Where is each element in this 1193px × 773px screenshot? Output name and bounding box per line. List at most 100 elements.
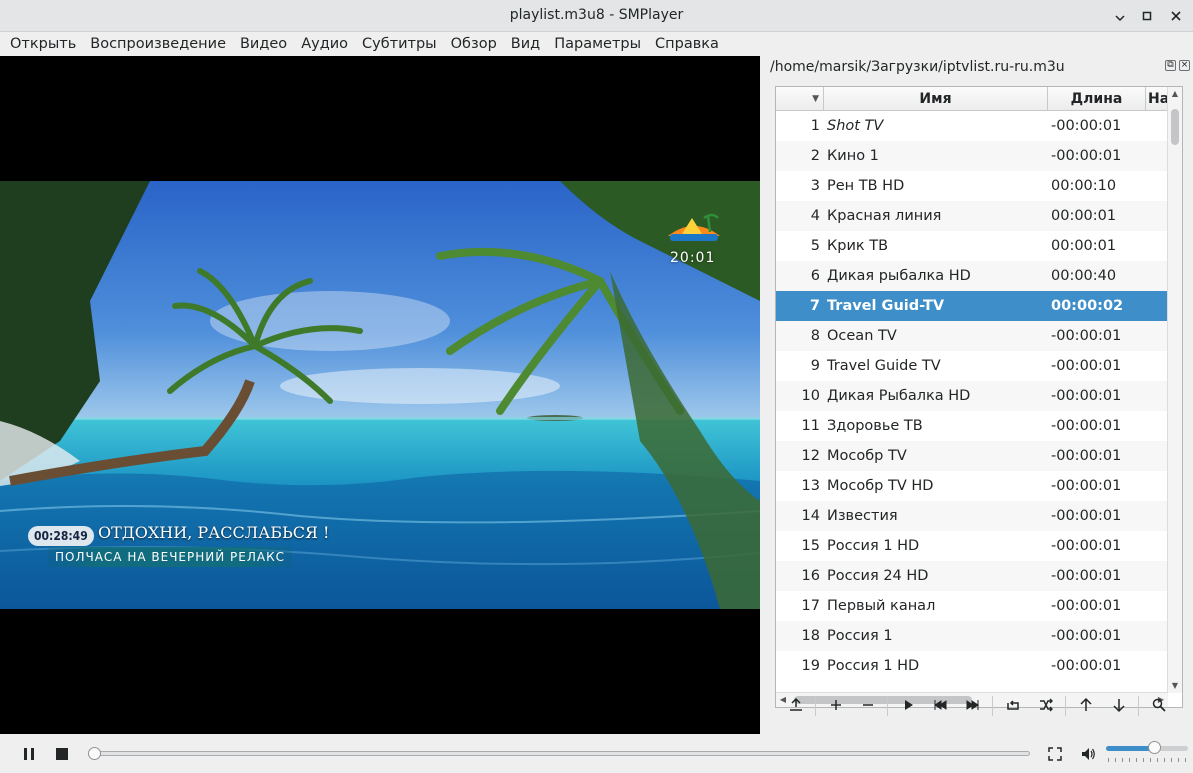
remove-button[interactable]	[855, 692, 881, 718]
next-button[interactable]	[960, 692, 986, 718]
playlist-row[interactable]: 14 Известия -00:00:01	[776, 501, 1168, 531]
minimize-icon	[1115, 15, 1125, 22]
menu-open[interactable]: Открыть	[3, 33, 83, 55]
playlist-row[interactable]: 2 Кино 1 -00:00:01	[776, 141, 1168, 171]
scroll-down-icon[interactable]: ▼	[1168, 679, 1182, 693]
playlist-row[interactable]: 12 Мособр TV -00:00:01	[776, 441, 1168, 471]
shuffle-button[interactable]	[1033, 692, 1059, 718]
volume-slider[interactable]	[1106, 741, 1188, 754]
row-name: Кино 1	[827, 148, 879, 164]
row-length: 00:00:40	[1051, 268, 1117, 284]
toolbar-separator	[887, 696, 888, 716]
row-length: -00:00:01	[1051, 388, 1122, 404]
row-number: 19	[801, 658, 820, 674]
row-length: -00:00:01	[1051, 448, 1122, 464]
pause-button[interactable]	[18, 743, 40, 765]
menu-options[interactable]: Параметры	[547, 33, 648, 55]
playlist-row[interactable]: 1 Shot TV -00:00:01	[776, 111, 1168, 141]
shuffle-icon	[1040, 698, 1053, 712]
playlist-dock: /home/marsik/Загрузки/iptvlist.ru-ru.m3u…	[760, 56, 1193, 734]
playlist-row[interactable]: 11 Здоровье ТВ -00:00:01	[776, 411, 1168, 441]
row-name: Россия 1	[827, 628, 893, 644]
minimize-button[interactable]	[1110, 6, 1130, 26]
move-down-icon	[1113, 699, 1125, 713]
row-name: Красная линия	[827, 208, 942, 224]
playlist-row[interactable]: 9 Travel Guide TV -00:00:01	[776, 351, 1168, 381]
load-button[interactable]	[783, 692, 809, 718]
stop-button[interactable]	[51, 743, 73, 765]
row-number: 15	[801, 538, 820, 554]
playlist-row[interactable]: 17 Первый канал -00:00:01	[776, 591, 1168, 621]
dock-close-button[interactable]: ×	[1179, 60, 1190, 71]
playlist-row[interactable]: 19 Россия 1 HD -00:00:01	[776, 651, 1168, 681]
playlist-table[interactable]: ▼ Имя Длина Нача 1 Shot TV -00:00:01 2 Кино…	[775, 86, 1183, 708]
playlist-row[interactable]: 3 Рен ТВ HD 00:00:10	[776, 171, 1168, 201]
row-length: -00:00:01	[1051, 538, 1122, 554]
row-number: 18	[801, 628, 820, 644]
seek-handle[interactable]	[88, 747, 101, 760]
row-number: 14	[801, 508, 820, 524]
mute-button[interactable]	[1077, 743, 1099, 765]
previous-button[interactable]	[927, 692, 953, 718]
menu-subtitles[interactable]: Субтитры	[355, 33, 444, 55]
row-name: Рен ТВ HD	[827, 178, 905, 194]
playlist-row[interactable]: 16 Россия 24 HD -00:00:01	[776, 561, 1168, 591]
playlist-row[interactable]: 15 Россия 1 HD -00:00:01	[776, 531, 1168, 561]
fullscreen-button[interactable]	[1044, 743, 1066, 765]
play-button[interactable]	[895, 692, 921, 718]
row-length: -00:00:01	[1051, 568, 1122, 584]
row-length: 00:00:01	[1051, 238, 1117, 254]
column-header-name[interactable]: Имя	[824, 87, 1048, 111]
menu-playback[interactable]: Воспроизведение	[83, 33, 233, 55]
playlist-row[interactable]: 8 Ocean TV -00:00:01	[776, 321, 1168, 351]
maximize-button[interactable]	[1137, 6, 1157, 26]
row-number: 2	[810, 148, 820, 164]
maximize-icon	[1142, 11, 1152, 21]
sort-column-header[interactable]: ▼	[776, 87, 824, 111]
playlist-row[interactable]: 13 Мособр TV HD -00:00:01	[776, 471, 1168, 501]
row-number: 6	[810, 268, 820, 284]
volume-handle[interactable]	[1147, 741, 1161, 754]
move-down-button[interactable]	[1106, 692, 1132, 718]
repeat-button[interactable]	[1000, 692, 1026, 718]
close-icon: ×	[1180, 60, 1189, 70]
row-number: 9	[810, 358, 820, 374]
dock-float-button[interactable]: ⧉	[1165, 60, 1176, 71]
row-length: -00:00:01	[1051, 478, 1122, 494]
menu-browse[interactable]: Обзор	[444, 33, 504, 55]
seek-slider[interactable]	[88, 747, 1030, 760]
search-button[interactable]	[1146, 692, 1172, 718]
row-name: Travel Guid-TV	[827, 298, 945, 314]
playlist-row[interactable]: 6 Дикая рыбалка HD 00:00:40	[776, 261, 1168, 291]
playlist-row[interactable]: 18 Россия 1 -00:00:01	[776, 621, 1168, 651]
toolbar-separator	[1138, 696, 1139, 716]
row-name: Дикая рыбалка HD	[827, 268, 971, 284]
row-name: Крик ТВ	[827, 238, 889, 254]
row-length: -00:00:01	[1051, 598, 1122, 614]
playlist-row-selected[interactable]: 7 Travel Guid-TV 00:00:02	[776, 291, 1168, 321]
playlist-toolbar	[775, 692, 1185, 720]
row-number: 17	[801, 598, 820, 614]
move-up-button[interactable]	[1073, 692, 1099, 718]
stop-icon	[56, 748, 68, 760]
playlist-row[interactable]: 4 Красная линия 00:00:01	[776, 201, 1168, 231]
float-icon: ⧉	[1167, 60, 1174, 70]
scroll-up-icon[interactable]: ▲	[1168, 87, 1182, 101]
row-number: 12	[801, 448, 820, 464]
vertical-scroll-thumb[interactable]	[1171, 109, 1179, 145]
column-header-length[interactable]: Длина	[1048, 87, 1146, 111]
add-button[interactable]	[823, 692, 849, 718]
playlist-row[interactable]: 5 Крик ТВ 00:00:01	[776, 231, 1168, 261]
playlist-path: /home/marsik/Загрузки/iptvlist.ru-ru.m3u	[770, 59, 1065, 75]
beach-scene-image	[0, 181, 760, 609]
row-name: Россия 1 HD	[827, 658, 920, 674]
menu-audio[interactable]: Аудио	[294, 33, 355, 55]
video-area[interactable]: 20:01 00:28:49 ОТДОХНИ, РАССЛАБЬСЯ ! ПОЛ…	[0, 56, 760, 734]
close-button[interactable]	[1166, 6, 1186, 26]
menu-help[interactable]: Справка	[648, 33, 726, 55]
volume-ticks	[1108, 758, 1188, 762]
menu-view[interactable]: Вид	[504, 33, 547, 55]
playlist-row[interactable]: 10 Дикая Рыбалка HD -00:00:01	[776, 381, 1168, 411]
playlist-vertical-scrollbar[interactable]: ▲ ▼	[1167, 87, 1182, 693]
menu-video[interactable]: Видео	[233, 33, 294, 55]
